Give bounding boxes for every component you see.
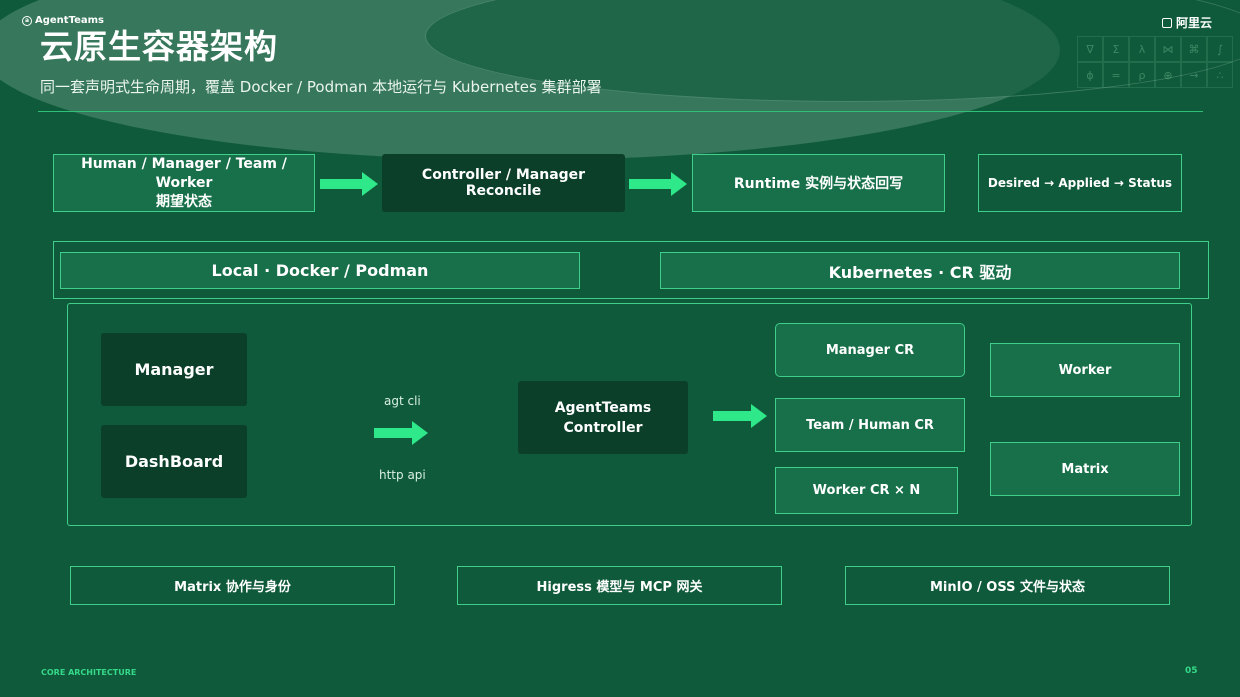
matrix-box: Matrix [990,442,1180,496]
decor-symbol: ⌘ [1181,36,1207,62]
worker-box: Worker [990,343,1180,397]
logo-icon: a [22,15,32,26]
page-title: 云原生容器架构 [40,27,278,66]
k8s-mode-box: Kubernetes · CR 驱动 [660,252,1180,289]
manager-cr-box: Manager CR [775,323,965,377]
matrix-service-box: Matrix 协作与身份 [70,566,395,605]
desired-state-box: Human / Manager / Team / Worker 期望状态 [53,154,315,212]
agentteams-controller-block: AgentTeams Controller [518,381,688,454]
local-mode-box: Local · Docker / Podman [60,252,580,289]
team-human-cr-box: Team / Human CR [775,398,965,452]
decor-symbol: ⊕ [1155,62,1181,88]
decor-symbol: ρ [1129,62,1155,88]
decor-symbol: ϕ [1077,62,1103,88]
brand: 阿里云 [1161,14,1212,31]
decor-symbol: Σ [1103,36,1129,62]
runtime-box: Runtime 实例与状态回写 [692,154,945,212]
controller-arrow [713,404,767,428]
status-chain-box: Desired → Applied → Status [978,154,1182,212]
brand-text: 阿里云 [1175,16,1212,30]
page-number: 05 [1185,666,1198,676]
footer-section-label: CORE ARCHITECTURE [41,668,137,677]
dashboard-block: DashBoard [101,425,247,498]
decor-symbol: → [1181,62,1207,88]
agt-cli-label: agt cli [384,394,421,408]
minio-service-box: MinIO / OSS 文件与状态 [845,566,1170,605]
decor-symbol: ∫ [1207,36,1233,62]
http-api-label: http api [379,468,426,482]
decor-symbol: ⋈ [1155,36,1181,62]
controller-reconcile-box: Controller / Manager Reconcile [382,154,625,212]
slide: a AgentTeams 阿里云 ∇ Σλ ⋈ ⌘ ∫ ϕ = ρ ⊕ → ∴ 云原生容器架构 同一… [0,0,1240,697]
decor-symbol: ∇ [1077,36,1103,62]
aliyun-logo-icon [1161,17,1172,28]
decor-symbol: = [1103,62,1129,88]
decor-symbol: λ [1129,36,1155,62]
page-subtitle: 同一套声明式生命周期，覆盖 Docker / Podman 本地运行与 Kube… [40,78,602,96]
decor-symbol: ∴ [1207,62,1233,88]
higress-service-box: Higress 模型与 MCP 网关 [457,566,782,605]
header-divider [38,111,1203,112]
worker-cr-box: Worker CR × N [775,467,958,514]
cli-arrow [374,421,428,445]
manager-block: Manager [101,333,247,406]
flow-arrow-2 [629,172,687,196]
decorative-symbol-grid: ∇ Σλ ⋈ ⌘ ∫ ϕ = ρ ⊕ → ∴ [1077,36,1233,88]
flow-arrow-1 [320,172,378,196]
